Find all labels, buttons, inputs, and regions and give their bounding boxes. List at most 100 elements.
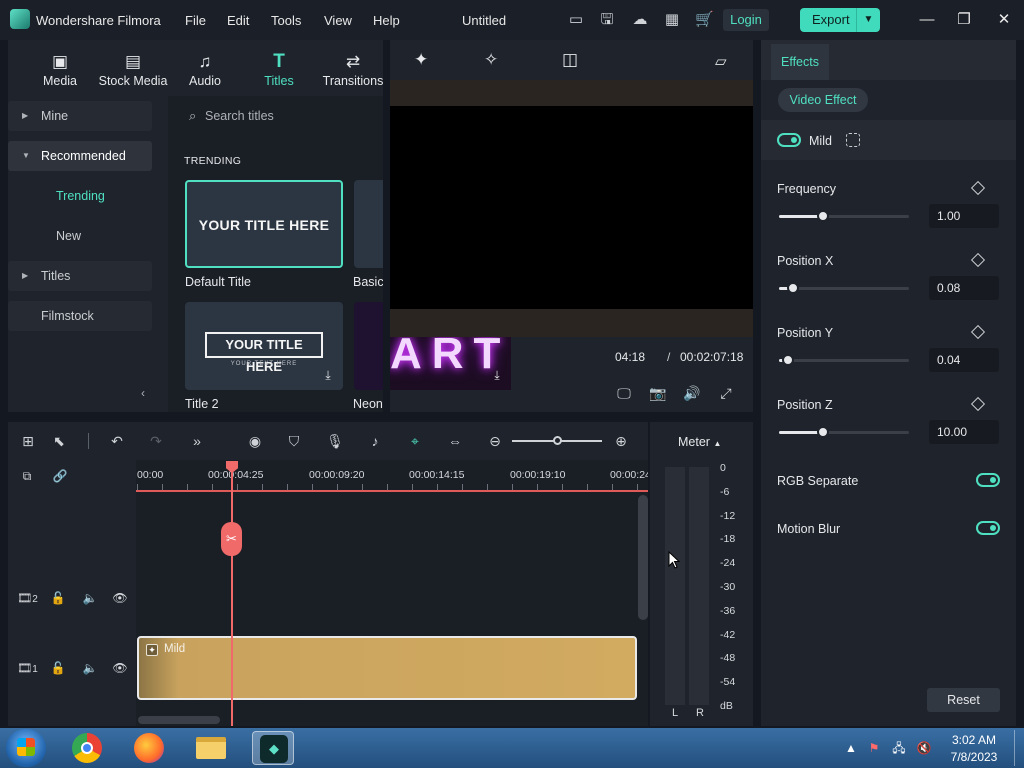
display-quality-icon[interactable]: 🖵 (614, 384, 634, 402)
video-effect-pill[interactable]: Video Effect (778, 88, 868, 112)
tab-stock-media[interactable]: ▤ Stock Media (96, 40, 170, 96)
rgb-separate-toggle[interactable] (976, 473, 1000, 487)
playhead-line[interactable] (231, 462, 233, 726)
value-frequency[interactable]: 1.00 (929, 204, 999, 228)
cart-icon[interactable]: 🛒 (695, 11, 714, 29)
menu-help[interactable]: Help (373, 13, 400, 28)
tab-titles[interactable]: T Titles (254, 40, 304, 96)
download-icon[interactable]: ⤓ (320, 367, 336, 383)
value-position-z[interactable]: 10.00 (929, 420, 999, 444)
effects-tab-icon[interactable]: ✦ (414, 50, 428, 70)
volume-muted-icon[interactable]: 🔇 (916, 740, 932, 756)
slider-frequency[interactable] (779, 210, 909, 222)
lock-icon[interactable]: 🔓 (49, 660, 67, 676)
chrome-taskbar-icon[interactable] (66, 731, 108, 765)
add-track-icon[interactable]: ⧉ (18, 468, 36, 484)
reset-button[interactable]: Reset (927, 688, 1000, 712)
fit-timeline-icon[interactable]: ⇔ (445, 432, 465, 450)
save-icon[interactable]: 🖫 (598, 11, 616, 29)
tab-effects[interactable]: Effects (771, 44, 829, 80)
zoom-out-icon[interactable]: ⊖ (485, 432, 505, 450)
undo-icon[interactable]: ↶ (107, 432, 127, 450)
select-tool-icon[interactable]: ⬉ (49, 432, 69, 450)
close-icon[interactable]: ✕ (995, 11, 1013, 29)
timeline-clip-mild[interactable] (137, 636, 637, 700)
link-icon[interactable]: 🔗 (51, 468, 69, 484)
filmora-taskbar-icon[interactable]: ◆ (252, 731, 294, 765)
toolbar-separator (88, 433, 89, 449)
action-center-icon[interactable]: ⚑ (866, 740, 882, 756)
more-tools-icon[interactable]: » (187, 432, 207, 450)
sidebar-item-recommended[interactable]: ▼ Recommended (8, 141, 152, 171)
snapshot-icon[interactable]: 📷 (648, 384, 668, 402)
stickers-tab-icon[interactable]: ✧ (484, 50, 498, 70)
minimize-icon[interactable]: — (918, 11, 936, 29)
slider-knob[interactable] (782, 354, 795, 366)
microphone-icon[interactable]: 🎙 (325, 432, 345, 450)
explorer-taskbar-icon[interactable] (190, 731, 232, 765)
track-audio-icon[interactable]: 🔈 (81, 590, 99, 606)
motion-blur-toggle[interactable] (976, 521, 1000, 535)
menu-view[interactable]: View (324, 13, 352, 28)
tab-audio[interactable]: ♫ Audio (180, 40, 230, 96)
restore-icon[interactable]: ❐ (955, 11, 973, 29)
sidebar-item-new[interactable]: New (8, 221, 152, 251)
grid-icon[interactable]: ▦ (663, 11, 681, 29)
sidebar-item-filmstock[interactable]: Filmstock (8, 301, 152, 331)
show-desktop-button[interactable] (1014, 730, 1022, 766)
slider-position-y[interactable] (779, 354, 909, 366)
clock-time[interactable]: 3:02 AM (950, 733, 998, 747)
clock-date[interactable]: 7/8/2023 (944, 750, 1004, 764)
audio-mixer-icon[interactable]: ♪ (365, 432, 385, 450)
slider-position-x[interactable] (779, 282, 909, 294)
menu-edit[interactable]: Edit (227, 13, 249, 28)
render-preview-icon[interactable]: ◉ (245, 432, 265, 450)
layout-grid-icon[interactable]: ⊞ (18, 432, 38, 450)
firefox-taskbar-icon[interactable] (128, 731, 170, 765)
layout-icon[interactable]: ▭ (567, 11, 585, 29)
fullscreen-icon[interactable]: ⤢ (716, 384, 736, 402)
title-thumb-default[interactable]: YOUR TITLE HERE (185, 180, 343, 268)
marker-icon[interactable]: ⛉ (284, 432, 304, 450)
scissors-icon[interactable]: ✂ (221, 522, 242, 556)
sidebar-item-trending[interactable]: Trending (8, 181, 152, 211)
templates-tab-icon[interactable]: ◫ (562, 50, 578, 70)
network-icon[interactable]: 🖧 (891, 740, 907, 756)
download-icon[interactable]: ⤓ (489, 367, 505, 383)
value-position-x[interactable]: 0.08 (929, 276, 999, 300)
tab-media[interactable]: ▣ Media (30, 40, 90, 96)
zoom-in-icon[interactable]: ⊕ (611, 432, 631, 450)
sidebar-item-titles[interactable]: ▶ Titles (8, 261, 152, 291)
zoom-slider-knob[interactable] (553, 436, 562, 445)
timeline-vertical-scrollbar[interactable] (638, 495, 648, 620)
slider-position-z[interactable] (779, 426, 909, 438)
menu-file[interactable]: File (185, 13, 206, 28)
export-button[interactable]: Export ▼ (800, 8, 880, 32)
sidebar-item-mine[interactable]: ▶ Mine (8, 101, 152, 131)
tray-expand-icon[interactable]: ▲ (843, 740, 859, 756)
search-input[interactable] (205, 106, 375, 126)
param-label-position-y: Position Y (777, 326, 834, 340)
menu-tools[interactable]: Tools (271, 13, 301, 28)
mask-icon[interactable] (846, 133, 860, 147)
timeline-horizontal-scrollbar[interactable] (138, 716, 220, 724)
redo-icon[interactable]: ↷ (146, 432, 166, 450)
image-icon[interactable]: ▱ (715, 52, 727, 70)
track-audio-icon[interactable]: 🔈 (81, 660, 99, 676)
meter-dropdown[interactable]: Meter ▲ (678, 435, 721, 449)
eye-icon[interactable]: 👁 (111, 660, 129, 676)
value-position-y[interactable]: 0.04 (929, 348, 999, 372)
meter-channel-right: R (696, 707, 704, 719)
panel-divider[interactable] (383, 40, 390, 412)
eye-icon[interactable]: 👁 (111, 590, 129, 606)
login-button[interactable]: Login (723, 9, 769, 31)
volume-icon[interactable]: 🔊 (682, 384, 702, 402)
collapse-panel-icon[interactable]: ‹ (136, 386, 150, 400)
tab-transitions[interactable]: ⇄ Transitions (320, 40, 386, 96)
preview-screen[interactable] (390, 106, 753, 309)
chevron-down-icon[interactable]: ▼ (856, 8, 880, 32)
effect-enable-toggle[interactable] (777, 133, 801, 147)
lock-icon[interactable]: 🔓 (49, 590, 67, 606)
cloud-upload-icon[interactable]: ☁ (631, 11, 649, 29)
snap-icon[interactable]: ⌖ (405, 432, 425, 450)
